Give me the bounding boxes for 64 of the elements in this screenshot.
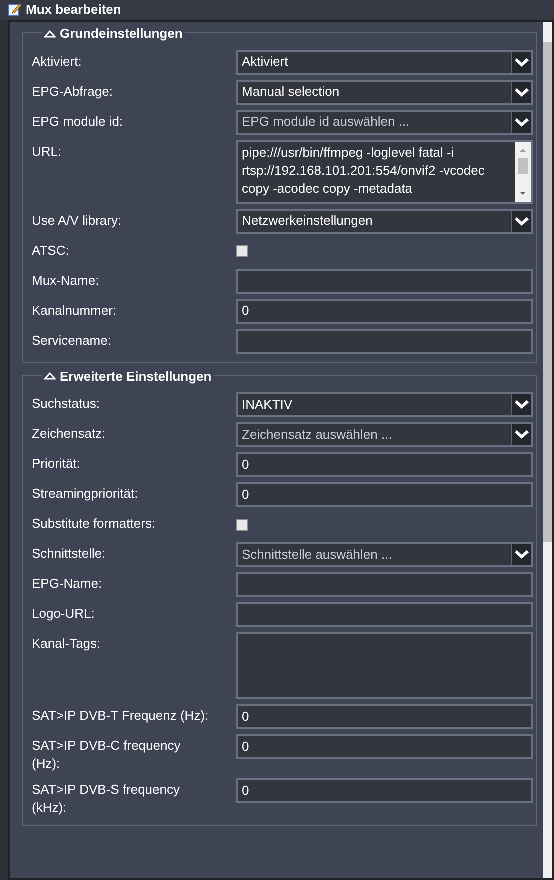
field-label: EPG module id: bbox=[32, 112, 124, 130]
dropdown-toggle[interactable] bbox=[511, 82, 531, 102]
scrollbar-drawing bbox=[515, 142, 531, 202]
field-label: SAT>IP DVB-S frequency (kHz): bbox=[32, 781, 182, 817]
input-field[interactable]: 0 bbox=[236, 452, 533, 477]
chevron-down-icon bbox=[514, 400, 528, 409]
dropdown-toggle[interactable] bbox=[511, 544, 531, 565]
input-field[interactable]: 0 bbox=[236, 704, 533, 729]
chevron-down-icon bbox=[514, 118, 528, 126]
field-label: Aktiviert: bbox=[32, 52, 83, 70]
field-label: URL: bbox=[32, 142, 63, 160]
input-field[interactable]: 0 bbox=[236, 298, 533, 324]
field-label: EPG-Name: bbox=[32, 575, 104, 593]
scrollbar[interactable] bbox=[543, 22, 552, 878]
input-field[interactable] bbox=[236, 328, 533, 354]
dropdown-toggle[interactable] bbox=[511, 210, 531, 232]
input-field[interactable]: 0 bbox=[236, 778, 533, 803]
field-label: Substitute formatters: bbox=[32, 515, 157, 533]
field-label: EPG-Abfrage: bbox=[32, 82, 114, 100]
section-title[interactable]: Grundeinstellungen bbox=[60, 24, 183, 44]
field-label: Kanal-Tags: bbox=[32, 635, 102, 653]
checkbox[interactable] bbox=[236, 518, 248, 530]
field-label: Streamingpriorität: bbox=[32, 485, 140, 503]
select-field[interactable]: Schnittstelle auswählen ... bbox=[236, 542, 533, 567]
field-label: SAT>IP DVB-C frequency (Hz): bbox=[32, 737, 182, 773]
field-label: Logo-URL: bbox=[32, 605, 96, 623]
section-title[interactable]: Erweiterte Einstellungen bbox=[60, 366, 212, 386]
field-label: Kanalnummer: bbox=[32, 302, 118, 320]
input-field[interactable]: 0 bbox=[236, 734, 533, 759]
select-field[interactable]: EPG module id auswählen ... bbox=[236, 110, 533, 134]
select-field[interactable]: Manual selection bbox=[236, 80, 533, 104]
input-field[interactable] bbox=[236, 572, 533, 597]
field-label: Suchstatus: bbox=[32, 395, 101, 413]
dropdown-toggle[interactable] bbox=[511, 112, 531, 132]
field-label: Use A/V library: bbox=[32, 212, 123, 230]
field-label: Zeichensatz: bbox=[32, 425, 107, 443]
select-field[interactable]: Zeichensatz auswählen ... bbox=[236, 422, 533, 447]
select-field[interactable]: Aktiviert bbox=[236, 50, 533, 74]
chevron-down-icon bbox=[514, 58, 528, 66]
chevron-down-icon bbox=[514, 550, 528, 559]
select-field[interactable]: Netzwerkeinstellungen bbox=[236, 208, 533, 234]
chevron-down-icon bbox=[514, 216, 528, 226]
dropdown-toggle[interactable] bbox=[511, 394, 531, 415]
field-label: Priorität: bbox=[32, 455, 82, 473]
window-title: Mux bearbeiten bbox=[26, 1, 122, 20]
text-area[interactable]: pipe:///usr/bin/ffmpeg -loglevel fatal -i rtsp://192.168.101.201:554/onvif2 -vcodec copy -acodec copy -metadata bbox=[236, 140, 533, 204]
field-label: Mux-Name: bbox=[32, 272, 100, 290]
pencil-note-icon bbox=[8, 3, 22, 17]
field-label: SAT>IP DVB-T Frequenz (Hz): bbox=[32, 707, 210, 725]
input-field[interactable] bbox=[236, 602, 533, 627]
field-label: Servicename: bbox=[32, 332, 112, 350]
collapse-icon[interactable] bbox=[44, 30, 56, 38]
dropdown-toggle[interactable] bbox=[511, 424, 531, 445]
field-label: Schnittstelle: bbox=[32, 545, 107, 563]
chevron-down-icon bbox=[514, 430, 528, 439]
chevron-down-icon bbox=[514, 88, 528, 96]
select-field[interactable]: INAKTIV bbox=[236, 392, 533, 417]
checkbox[interactable] bbox=[236, 245, 248, 257]
field-label: ATSC: bbox=[32, 242, 70, 260]
tags-field[interactable] bbox=[236, 632, 533, 699]
input-field[interactable] bbox=[236, 268, 533, 294]
input-field[interactable]: 0 bbox=[236, 482, 533, 507]
dropdown-toggle[interactable] bbox=[511, 52, 531, 72]
collapse-icon[interactable] bbox=[44, 372, 56, 380]
